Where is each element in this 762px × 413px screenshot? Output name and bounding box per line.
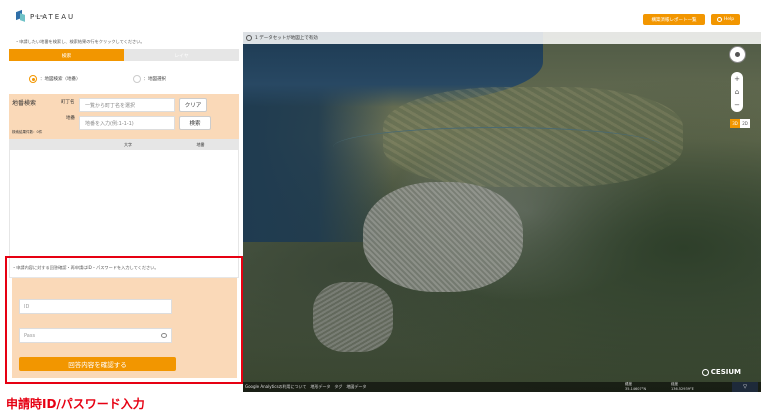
search-instruction: ・申請したい地番を検索し、検索結果の行をクリックしてください。 xyxy=(15,39,145,44)
cesium-logo-icon xyxy=(701,368,709,376)
show-password-eye-icon[interactable] xyxy=(161,333,167,338)
search-button[interactable]: 検索 xyxy=(179,116,211,130)
zoom-controls: + ⌂ − xyxy=(731,72,743,112)
column-header-oaza: 大字 xyxy=(124,142,132,147)
results-table-header: 大字 地番 xyxy=(10,140,239,150)
longitude-value: 136.52939°E xyxy=(671,387,694,391)
login-panel: ID Pass 回答内容を確認する xyxy=(12,278,237,378)
radio-map-select[interactable]: ：地図選択 xyxy=(132,75,167,83)
navigation-icon[interactable]: ▽ xyxy=(732,382,758,392)
column-header-lot: 地番 xyxy=(196,142,205,147)
search-mode-radios: ：地図検索（地番） ：地図選択 xyxy=(9,72,239,86)
clear-button[interactable]: クリア xyxy=(179,98,207,112)
id-input[interactable]: ID xyxy=(19,299,172,314)
latitude-value: 35.14607°N xyxy=(625,387,647,391)
header: PLATEAU by MLIT 構築済帳レポート一覧 Help xyxy=(0,0,762,32)
radio-map-select-label: ：地図選択 xyxy=(143,77,167,82)
logo-subtext: by MLIT xyxy=(35,14,47,18)
map-footer: Google Analyticsの利用について 地形データ タグ 地図データ 緯… xyxy=(243,382,761,392)
home-button[interactable]: ⌂ xyxy=(735,88,739,96)
password-input[interactable]: Pass xyxy=(19,328,172,343)
login-instruction: ・申請内容に対する回答確認・再申請はID・パスワードを入力してください。 xyxy=(12,265,159,270)
figure-caption: 申請時ID/パスワード入力 xyxy=(6,397,145,411)
view-2d-button[interactable]: 2D xyxy=(740,119,750,128)
radio-map-search[interactable]: ：地図検索（地番） xyxy=(29,75,81,83)
tab-search[interactable]: 検索 xyxy=(9,49,124,61)
help-icon xyxy=(716,17,722,22)
result-count: 検索結果件数：0件 xyxy=(12,130,43,134)
lot-search-box: 地番検索 町丁名 一覧から町丁名を選択 クリア 地番 地番を入力(例:1-1-1… xyxy=(9,94,239,139)
map-urban-area-south xyxy=(313,282,393,352)
help-button[interactable]: Help xyxy=(711,14,740,25)
dataset-status[interactable]: 1 データセットが地図上で有効 xyxy=(255,35,318,41)
zoom-in-button[interactable]: + xyxy=(734,75,740,83)
lot-label: 地番 xyxy=(66,116,75,121)
reports-list-button[interactable]: 構築済帳レポート一覧 xyxy=(643,14,705,25)
lot-search-title: 地番検索 xyxy=(12,100,37,107)
cesium-attribution[interactable]: CESIUM xyxy=(701,368,741,376)
radio-map-search-label: ：地図検索（地番） xyxy=(40,77,81,82)
lot-input[interactable]: 地番を入力(例:1-1-1) xyxy=(79,116,175,130)
login-highlight-box: ・申請内容に対する回答確認・再申請はID・パスワードを入力してください。 ID … xyxy=(5,256,243,384)
confirm-answer-button[interactable]: 回答内容を確認する xyxy=(19,357,176,371)
map-river xyxy=(333,127,663,167)
town-select[interactable]: 一覧から町丁名を選択 xyxy=(79,98,175,112)
zoom-out-button[interactable]: − xyxy=(734,101,740,109)
view-3d-button[interactable]: 3D xyxy=(730,119,740,128)
town-label: 町丁名 xyxy=(61,100,75,105)
password-placeholder: Pass xyxy=(24,332,36,339)
radio-checked-icon xyxy=(29,75,37,83)
map-status-bar: 1 データセットが地図上で有効 xyxy=(243,32,761,44)
map-urban-area xyxy=(363,182,523,292)
compass-icon[interactable] xyxy=(729,46,746,63)
cesium-text: CESIUM xyxy=(710,368,741,376)
radio-unchecked-icon xyxy=(132,75,141,83)
help-label: Help xyxy=(723,17,735,22)
tab-layer[interactable]: レイヤ xyxy=(124,49,239,61)
dataset-icon xyxy=(246,35,252,41)
map-view[interactable]: 1 データセットが地図上で有効 + ⌂ − 3D 2D CESIUM Googl… xyxy=(243,32,761,392)
map-footer-links[interactable]: Google Analyticsの利用について 地形データ タグ 地図データ xyxy=(245,384,366,390)
view-mode-toggle: 3D 2D xyxy=(730,119,750,128)
panel-tabs: 検索 レイヤ xyxy=(9,49,239,61)
plateau-logo-icon xyxy=(16,9,25,22)
app-root: PLATEAU by MLIT 構築済帳レポート一覧 Help ・申請したい地番… xyxy=(0,0,762,413)
